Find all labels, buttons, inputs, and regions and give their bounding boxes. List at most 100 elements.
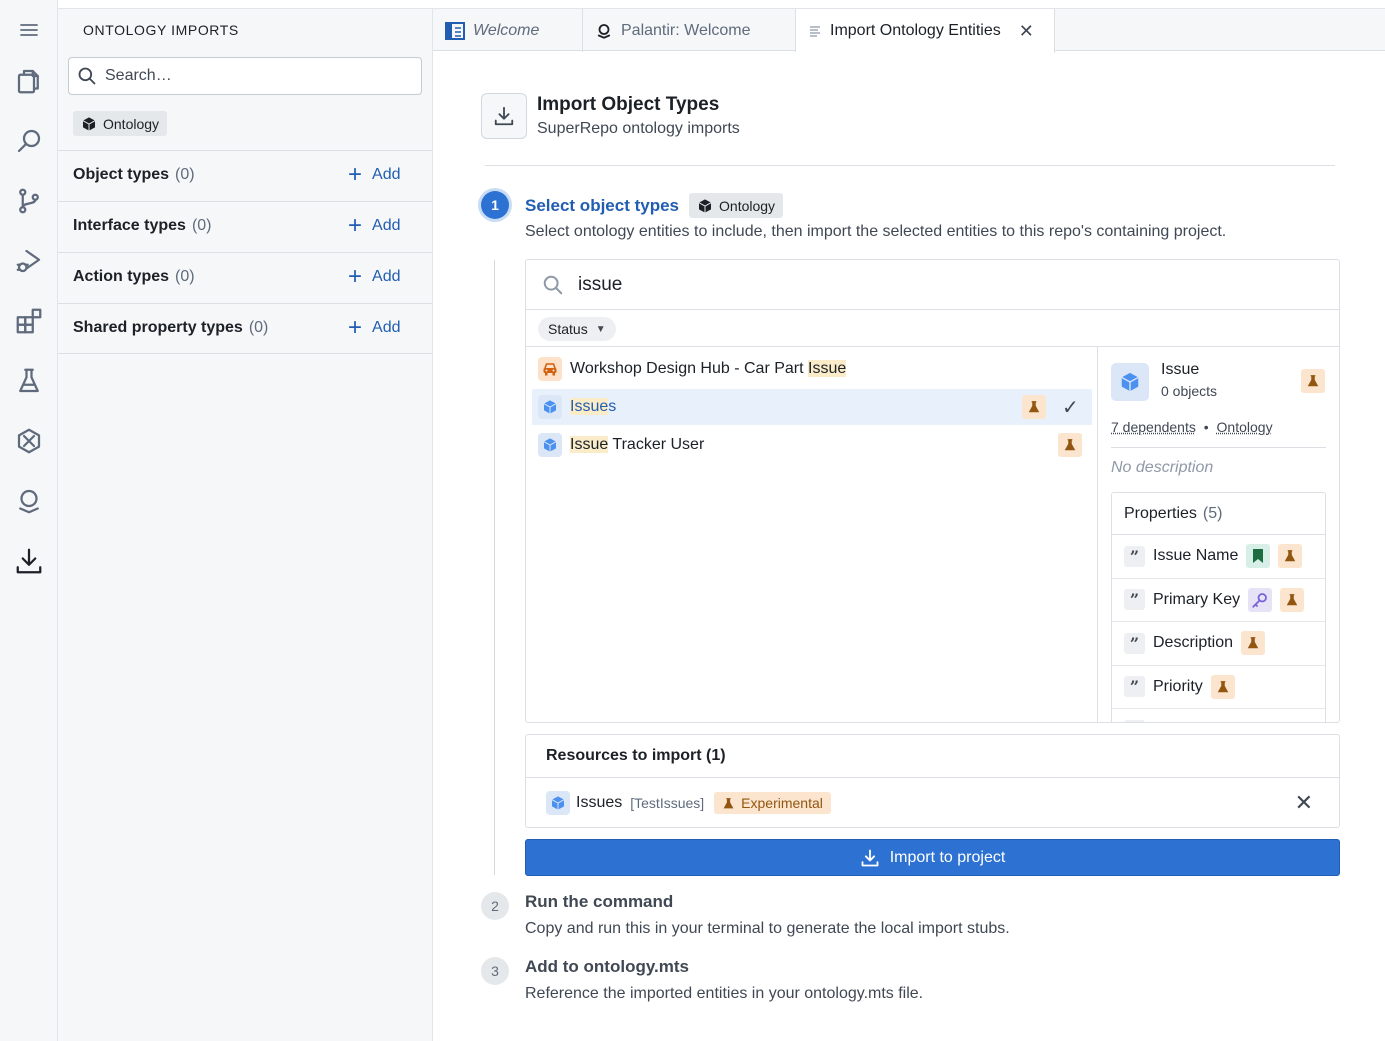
import-icon[interactable] bbox=[9, 541, 49, 581]
step-1-number: 1 bbox=[481, 191, 509, 219]
result-label: Issues bbox=[570, 398, 616, 416]
property-name: Priority bbox=[1153, 677, 1203, 695]
object-count: 0 objects bbox=[1161, 383, 1218, 399]
object-type-picker: Status ▼ Workshop Design Hub - Car Part … bbox=[525, 259, 1340, 723]
source-control-icon[interactable] bbox=[9, 181, 49, 221]
property-row[interactable]: ” Priority bbox=[1112, 666, 1325, 709]
string-quote-icon: ” bbox=[1124, 589, 1145, 611]
palantir-icon bbox=[597, 23, 611, 39]
add-shared-property-type-button[interactable]: + Add bbox=[348, 316, 400, 340]
tab-label: Palantir: Welcome bbox=[621, 21, 751, 39]
search-icon bbox=[543, 275, 563, 294]
search-icon[interactable] bbox=[9, 121, 49, 161]
status-filter-button[interactable]: Status ▼ bbox=[538, 317, 616, 341]
flask-icon[interactable] bbox=[9, 361, 49, 401]
tab-import-ontology-entities[interactable]: Import Ontology Entities ✕ bbox=[796, 9, 1055, 53]
resource-api-name: [TestIssues] bbox=[630, 795, 705, 811]
no-description: No description bbox=[1111, 459, 1214, 476]
properties-count: (5) bbox=[1202, 504, 1223, 522]
ontology-chip[interactable]: Ontology bbox=[689, 193, 784, 218]
resources-to-import: Resources to import (1) Issues [TestIssu… bbox=[525, 734, 1340, 828]
dependents-link[interactable]: 7 dependents bbox=[1111, 419, 1196, 435]
ontology-icon[interactable] bbox=[9, 421, 49, 461]
results-list: Workshop Design Hub - Car Part Issue Iss… bbox=[526, 347, 1098, 722]
add-interface-type-button[interactable]: + Add bbox=[348, 214, 400, 238]
property-name: Issue Name bbox=[1153, 547, 1239, 565]
section-count: (0) bbox=[175, 166, 195, 183]
experimental-flask-icon bbox=[1280, 587, 1305, 612]
step-2-number: 2 bbox=[481, 892, 509, 920]
result-label: Issue Tracker User bbox=[570, 436, 704, 454]
property-row[interactable]: ” Primary Key bbox=[1112, 579, 1325, 622]
string-quote-icon: ” bbox=[1124, 545, 1145, 567]
separator: • bbox=[1203, 419, 1209, 435]
cube-icon bbox=[82, 116, 96, 131]
tab-label: Import Ontology Entities bbox=[830, 22, 1001, 39]
section-shared-property-types: Shared property types (0) + Add bbox=[58, 303, 432, 353]
remove-resource-icon[interactable]: ✕ bbox=[1295, 790, 1313, 816]
picker-search-input[interactable] bbox=[578, 273, 1278, 296]
property-name: Description bbox=[1153, 634, 1234, 652]
search-field[interactable] bbox=[68, 57, 422, 95]
check-icon: ✓ bbox=[1062, 396, 1079, 419]
step-2-description: Copy and run this in your terminal to ge… bbox=[525, 920, 1010, 937]
step-3-title: Add to ontology.mts bbox=[525, 957, 689, 976]
section-interface-types: Interface types (0) + Add bbox=[58, 201, 432, 251]
section-count: (0) bbox=[191, 217, 212, 234]
run-debug-icon[interactable] bbox=[9, 241, 49, 281]
add-action-type-button[interactable]: + Add bbox=[348, 265, 400, 289]
step-1-title[interactable]: Select object types bbox=[525, 196, 679, 216]
string-quote-icon: ” bbox=[1124, 632, 1145, 654]
ontology-imports-panel: ONTOLOGY IMPORTS Ontology Object types (… bbox=[58, 8, 433, 1041]
explorer-icon[interactable] bbox=[9, 61, 49, 101]
experimental-flask-icon bbox=[1210, 674, 1235, 699]
step-3-description: Reference the imported entities in your … bbox=[525, 985, 924, 1002]
main-content: Import Object Types SuperRepo ontology i… bbox=[433, 52, 1385, 1041]
list-item[interactable]: Issue Tracker User bbox=[532, 427, 1092, 463]
experimental-flask-icon bbox=[1301, 369, 1325, 393]
property-name: Primary Key bbox=[1153, 590, 1241, 608]
add-object-type-button[interactable]: + Add bbox=[348, 163, 400, 187]
resources-title: Resources to import (1) bbox=[526, 735, 1339, 778]
step-1-description: Select ontology entities to include, the… bbox=[525, 223, 1227, 240]
step-connector bbox=[494, 260, 495, 875]
document-lines-icon bbox=[810, 26, 820, 37]
add-label: Add bbox=[372, 217, 401, 234]
picker-search[interactable] bbox=[526, 260, 1339, 310]
object-cube-icon bbox=[538, 433, 562, 457]
list-item-selected[interactable]: Issues ✓ bbox=[532, 389, 1092, 425]
download-icon bbox=[861, 849, 879, 866]
extensions-icon[interactable] bbox=[9, 301, 49, 341]
tab-palantir-welcome[interactable]: Palantir: Welcome bbox=[583, 9, 796, 52]
palantir-icon[interactable] bbox=[9, 481, 49, 521]
welcome-icon bbox=[445, 21, 465, 40]
import-to-project-button[interactable]: Import to project bbox=[525, 839, 1340, 876]
property-row[interactable]: ” Issue Name bbox=[1112, 535, 1325, 579]
activity-bar bbox=[0, 0, 58, 1041]
menu-icon[interactable] bbox=[9, 10, 49, 50]
property-row-partial[interactable]: ” bbox=[1112, 709, 1325, 722]
property-row[interactable]: ” Description bbox=[1112, 622, 1325, 666]
experimental-flask-icon bbox=[1058, 433, 1082, 457]
object-cube-icon bbox=[1111, 363, 1149, 401]
ontology-link[interactable]: Ontology bbox=[1217, 419, 1273, 435]
section-action-types: Action types (0) + Add bbox=[58, 252, 432, 302]
search-input[interactable] bbox=[105, 67, 405, 85]
filter-bar: Status ▼ bbox=[526, 310, 1339, 347]
tab-label: Welcome bbox=[473, 21, 540, 39]
object-cube-icon bbox=[546, 791, 570, 815]
result-match: Issue bbox=[808, 360, 847, 377]
add-label: Add bbox=[372, 319, 401, 336]
experimental-flask-icon bbox=[1241, 631, 1266, 656]
object-name: Issue bbox=[1161, 361, 1200, 378]
close-icon[interactable]: ✕ bbox=[1019, 21, 1034, 42]
status-filter-label: Status bbox=[548, 321, 588, 337]
section-label: Action types bbox=[73, 268, 170, 285]
string-quote-icon: ” bbox=[1124, 676, 1145, 698]
tab-welcome[interactable]: Welcome bbox=[433, 9, 583, 52]
panel-title: ONTOLOGY IMPORTS bbox=[83, 22, 239, 38]
ontology-chip[interactable]: Ontology bbox=[73, 111, 168, 136]
section-label: Object types bbox=[73, 166, 170, 183]
list-item[interactable]: Workshop Design Hub - Car Part Issue bbox=[532, 351, 1092, 387]
result-label-text: Workshop Design Hub - Car Part bbox=[570, 360, 809, 377]
